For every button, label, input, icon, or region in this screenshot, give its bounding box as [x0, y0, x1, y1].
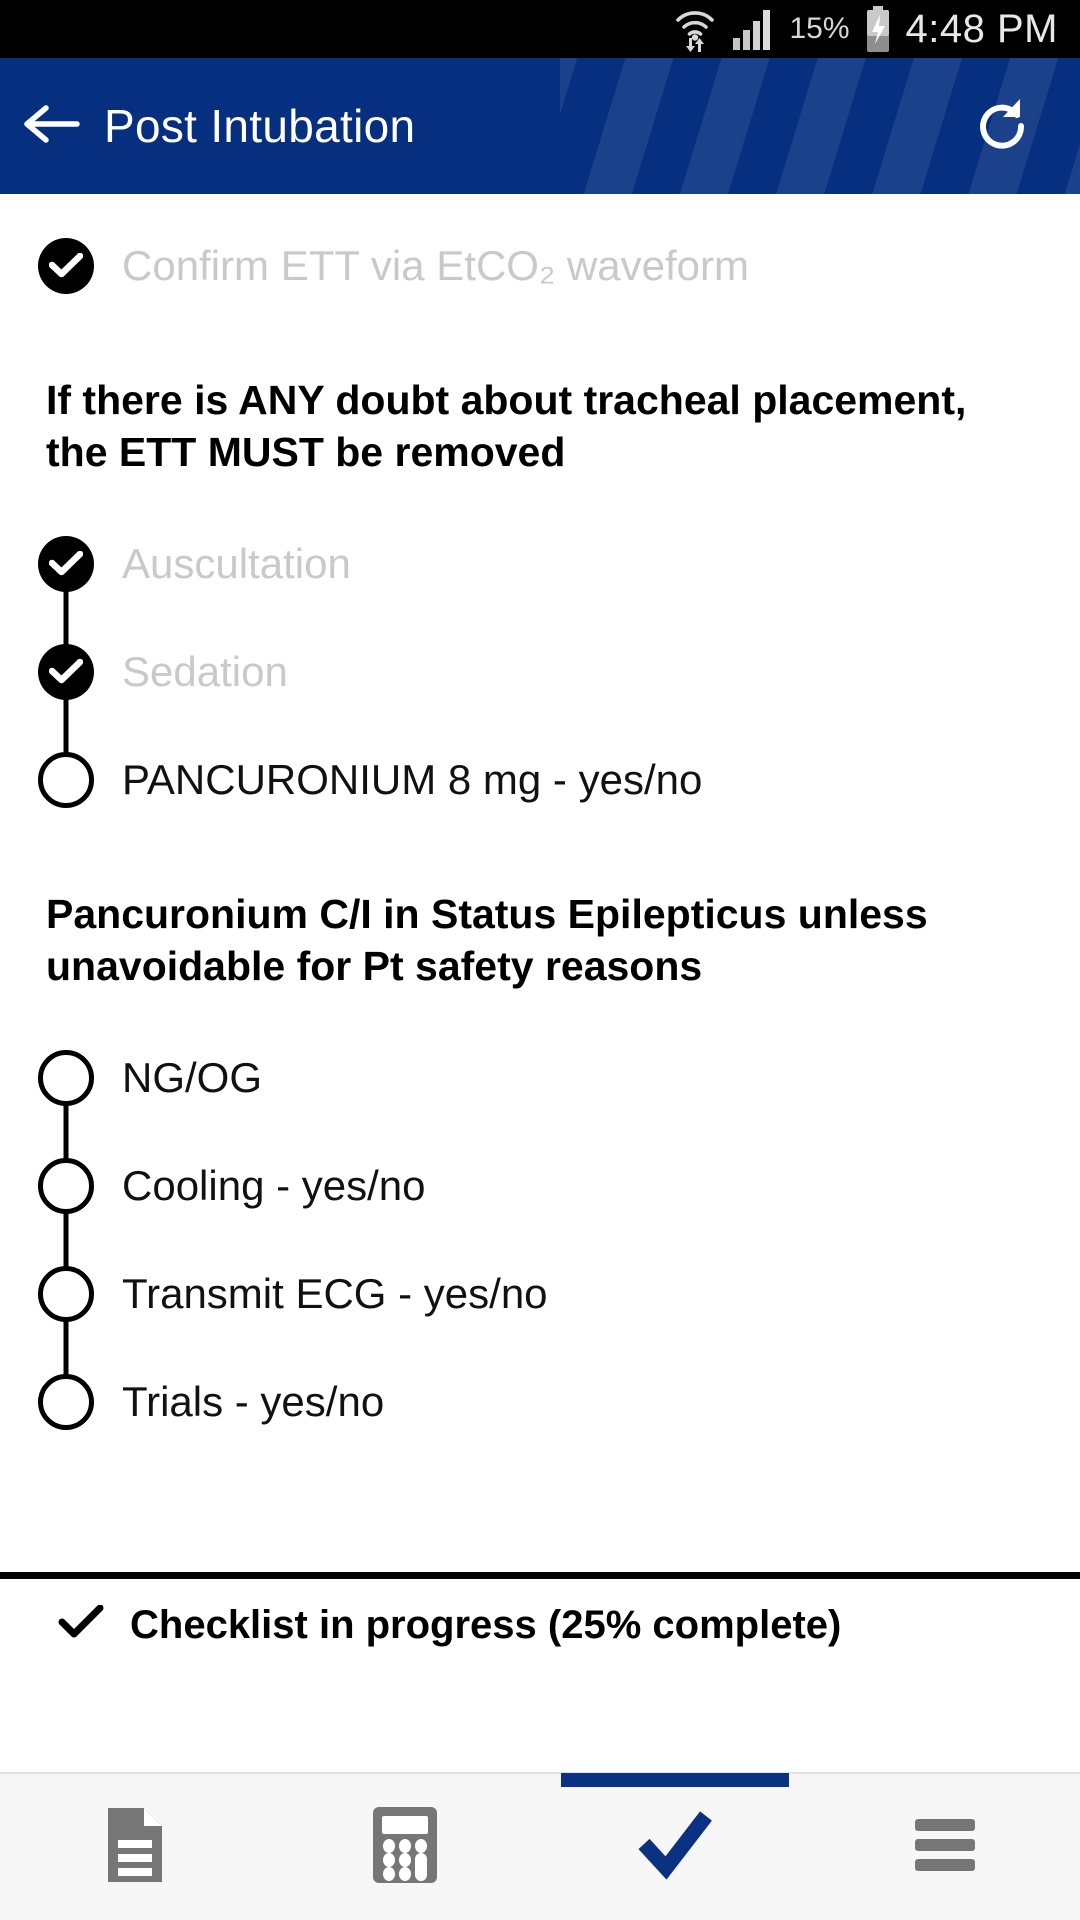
status-bar: 15% 4:48 PM: [0, 0, 1080, 58]
checklist-item-label: Sedation: [122, 648, 288, 696]
checkmark-icon: [58, 1604, 104, 1646]
battery-charging-icon: [864, 6, 892, 52]
nav-tab-documents[interactable]: [0, 1773, 270, 1920]
checklist-item-pancuronium[interactable]: PANCURONIUM 8 mg - yes/no: [0, 704, 1080, 826]
checklist-item-trials[interactable]: Trials - yes/no: [0, 1326, 1080, 1448]
page-title: Post Intubation: [104, 100, 416, 152]
refresh-icon: [973, 95, 1031, 158]
checklist-item-transmit-ecg[interactable]: Transmit ECG - yes/no: [0, 1218, 1080, 1371]
checkbox-unchecked-icon[interactable]: [38, 1374, 94, 1431]
checklist-content[interactable]: Confirm ETT via EtCO₂ waveform If there …: [0, 194, 1080, 1672]
document-icon: [102, 1806, 168, 1889]
checklist-item-label: Auscultation: [122, 540, 351, 588]
nav-tab-menu[interactable]: [810, 1773, 1080, 1920]
checklist-check-icon: [636, 1808, 714, 1887]
checklist-item-label: NG/OG: [122, 1054, 263, 1102]
wifi-transfer-icon: [673, 6, 717, 52]
progress-label: Checklist in progress (25% complete): [130, 1603, 842, 1647]
checklist-item-label: Cooling - yes/no: [122, 1162, 426, 1210]
calculator-icon: [369, 1805, 441, 1890]
back-arrow-icon: [24, 102, 80, 151]
nav-tab-calculator[interactable]: [270, 1773, 540, 1920]
checklist-item-ngog[interactable]: NG/OG: [0, 1032, 1080, 1139]
marker-column: [38, 1326, 94, 1448]
cellular-signal-icon: [731, 8, 775, 50]
checklist-item-label: PANCURONIUM 8 mg - yes/no: [122, 756, 703, 804]
checklist-item-confirm-ett[interactable]: Confirm ETT via EtCO₂ waveform: [0, 220, 1080, 312]
checkbox-unchecked-icon[interactable]: [38, 1158, 94, 1215]
checklist-item-sedation[interactable]: Sedation: [0, 596, 1080, 749]
checklist-item-label: Confirm ETT via EtCO₂ waveform: [122, 242, 749, 289]
checkbox-unchecked-icon[interactable]: [38, 1050, 94, 1107]
pancuronium-warning-note: Pancuronium C/I in Status Epilepticus un…: [46, 891, 928, 990]
bottom-navigation-bar: [0, 1772, 1080, 1920]
marker-column: [38, 220, 94, 312]
ett-warning-note: If there is ANY doubt about tracheal pla…: [46, 377, 967, 476]
refresh-button[interactable]: [952, 58, 1052, 194]
hamburger-menu-icon: [913, 1817, 977, 1878]
battery-percent-label: 15%: [789, 12, 850, 45]
checklist-progress-bar[interactable]: Checklist in progress (25% complete): [0, 1572, 1080, 1672]
checklist-item-cooling[interactable]: Cooling - yes/no: [0, 1110, 1080, 1263]
checklist-item-auscultation[interactable]: Auscultation: [0, 518, 1080, 625]
checklist-item-label: Trials - yes/no: [122, 1378, 385, 1426]
app-screen: 15% 4:48 PM Post Intubation Confirm ETT …: [0, 0, 1080, 1920]
app-bar: Post Intubation: [0, 58, 1080, 194]
back-button[interactable]: [0, 58, 104, 194]
checkbox-checked-icon[interactable]: [38, 644, 94, 701]
checkbox-checked-icon[interactable]: [38, 238, 94, 294]
checklist-item-label: Transmit ECG - yes/no: [122, 1270, 548, 1318]
checkbox-unchecked-icon[interactable]: [38, 1266, 94, 1323]
clock-label: 4:48 PM: [905, 6, 1058, 51]
checkbox-unchecked-icon[interactable]: [38, 752, 94, 809]
checkbox-checked-icon[interactable]: [38, 536, 94, 593]
marker-column: [38, 704, 94, 826]
nav-tab-checklist[interactable]: [540, 1773, 810, 1920]
active-tab-indicator: [561, 1773, 789, 1787]
